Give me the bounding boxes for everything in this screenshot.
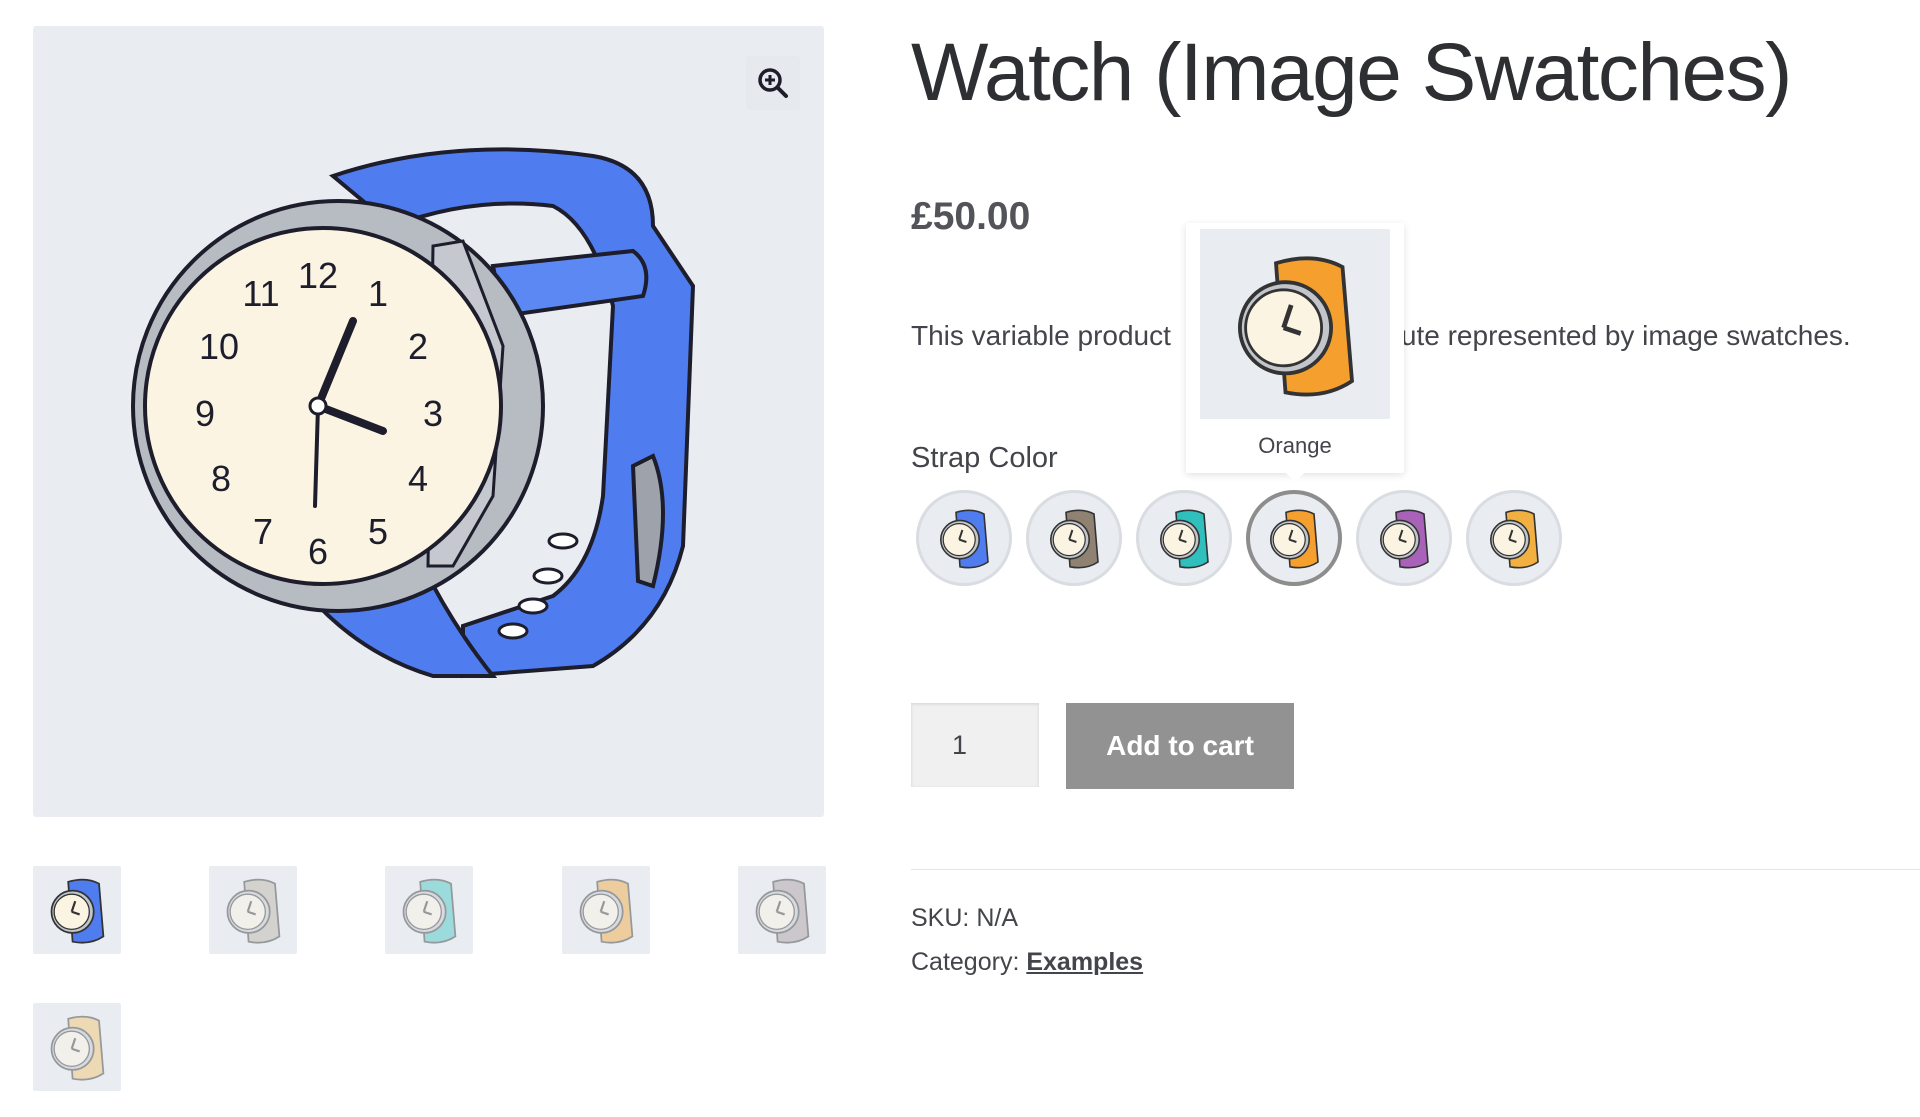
tooltip-image — [1200, 229, 1390, 419]
svg-text:3: 3 — [423, 393, 443, 434]
meta-divider — [911, 869, 1920, 870]
watch-thumbnail-icon — [50, 878, 105, 944]
sku-value: N/A — [976, 904, 1018, 932]
watch-swatch-icon — [1490, 509, 1539, 569]
svg-text:10: 10 — [199, 326, 239, 367]
watch-swatch-icon — [1050, 509, 1099, 569]
svg-text:11: 11 — [242, 273, 279, 314]
svg-text:9: 9 — [195, 393, 215, 434]
svg-text:5: 5 — [368, 511, 388, 552]
watch-thumbnail-icon — [579, 878, 634, 944]
watch-thumbnail-icon — [755, 878, 810, 944]
quantity-input[interactable] — [911, 703, 1039, 787]
strap-color-swatch[interactable] — [1136, 490, 1232, 586]
tooltip-arrow — [1286, 473, 1304, 482]
watch-thumbnail-icon — [402, 878, 457, 944]
gallery-thumbnail[interactable] — [33, 1003, 121, 1091]
strap-color-swatches — [916, 490, 1576, 590]
strap-color-swatch[interactable] — [1246, 490, 1342, 586]
gallery-thumbnail[interactable] — [209, 866, 297, 954]
add-to-cart-button[interactable]: Add to cart — [1066, 703, 1294, 789]
zoom-in-icon — [758, 68, 788, 98]
svg-text:12: 12 — [298, 255, 338, 296]
svg-text:6: 6 — [308, 531, 328, 572]
product-price: £50.00 — [911, 195, 1031, 238]
sku-row: SKU: N/A — [911, 904, 1018, 933]
strap-color-label: Strap Color — [911, 442, 1058, 474]
swatch-tooltip: Orange — [1186, 223, 1404, 482]
svg-text:2: 2 — [408, 326, 428, 367]
strap-color-swatch[interactable] — [1466, 490, 1562, 586]
product-title: Watch (Image Swatches) — [911, 27, 1792, 118]
svg-text:7: 7 — [253, 511, 273, 552]
gallery-thumbnail[interactable] — [738, 866, 826, 954]
category-row: Category: Examples — [911, 948, 1143, 977]
buckle — [630, 453, 665, 589]
tooltip-label: Orange — [1258, 433, 1332, 458]
strap-color-swatch[interactable] — [916, 490, 1012, 586]
svg-text:8: 8 — [211, 458, 231, 499]
zoom-button[interactable] — [746, 56, 800, 110]
watch-image: 12 1 2 3 4 5 6 7 8 9 10 11 — [131, 147, 696, 679]
gallery-thumbnail[interactable] — [562, 866, 650, 954]
sku-label: SKU: — [911, 904, 970, 932]
watch-swatch-icon — [1270, 509, 1319, 569]
watch-swatch-icon — [1380, 509, 1429, 569]
gallery-thumbnail[interactable] — [33, 866, 121, 954]
category-label: Category: — [911, 948, 1020, 976]
product-main-image[interactable]: 12 1 2 3 4 5 6 7 8 9 10 11 — [33, 26, 824, 817]
description-text-left: This variable product — [911, 320, 1171, 351]
watch-swatch-icon — [1160, 509, 1209, 569]
watch-thumbnail-icon — [226, 878, 281, 944]
strap-color-swatch[interactable] — [1356, 490, 1452, 586]
description-text-right: ute represented by image swatches. — [1400, 320, 1851, 351]
category-link[interactable]: Examples — [1026, 948, 1143, 976]
watch-tooltip-icon — [1238, 256, 1354, 397]
svg-text:1: 1 — [368, 273, 388, 314]
watch-swatch-icon — [940, 509, 989, 569]
strap-color-swatch[interactable] — [1026, 490, 1122, 586]
gallery-thumbnail[interactable] — [385, 866, 473, 954]
svg-text:4: 4 — [408, 458, 428, 499]
watch-thumbnail-icon — [50, 1015, 105, 1081]
